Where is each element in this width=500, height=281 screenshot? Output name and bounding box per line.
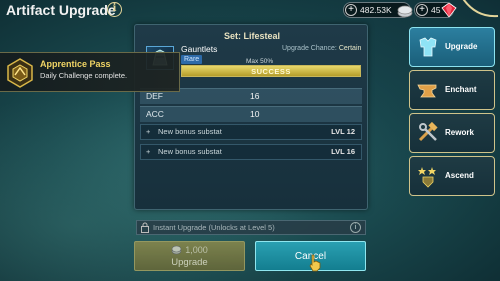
tab-upgrade[interactable]: Upgrade [409,27,495,67]
ascend-stars-icon [418,167,436,188]
substat-level: LVL 16 [331,147,355,156]
tab-label: Rework [445,128,474,137]
stat-value: 16 [250,91,260,101]
plus-icon: + [146,127,151,136]
gems-amount: 45 [431,5,441,15]
tab-ascend[interactable]: Ascend [409,156,495,196]
silver-currency: + 482.53K [343,2,413,18]
back-arrow-icon[interactable] [456,0,500,22]
chance-value: Certain [338,45,362,52]
page-title: Artifact Upgrade [6,2,116,18]
add-gems-button[interactable]: + [416,4,428,16]
tab-label: Upgrade [445,42,478,51]
instant-upgrade-label: Instant Upgrade (Unlocks at Level 5) [153,223,275,232]
success-text: SUCCESS [251,67,291,76]
toast-subtitle: Daily Challenge complete. [40,71,128,80]
plus-icon: + [146,147,151,156]
chance-label: Upgrade Chance: [282,45,337,52]
top-bar: Artifact Upgrade i + 482.53K + 45 [0,0,500,22]
gems-currency: + 45 [414,2,457,18]
add-silver-button[interactable]: + [345,4,357,16]
tab-rework[interactable]: Rework [409,113,495,153]
tab-label: Ascend [445,171,474,180]
substat-label: New bonus substat [158,127,222,136]
rarity-badge: Rare [181,55,203,64]
ruby-gem-icon [441,2,457,18]
info-icon[interactable]: i [107,2,122,17]
stat-row: ACC 10 [140,106,362,122]
upgrade-cost: 1,000 [135,245,244,255]
instant-upgrade-bar: Instant Upgrade (Unlocks at Level 5) i [136,220,366,235]
upgrade-button[interactable]: 1,000 Upgrade [134,241,245,271]
apprentice-emblem-icon [7,58,33,88]
success-bar: SUCCESS [181,65,361,77]
tab-label: Enchant [445,85,477,94]
instant-info-icon[interactable]: i [350,222,361,233]
anvil-icon [417,84,437,98]
silver-coin-icon [397,5,413,18]
artifact-name: Gauntlets [181,44,218,54]
substat-row: + New bonus substat LVL 12 [140,124,362,140]
hammer-wrench-icon [418,122,438,142]
lock-icon [141,222,149,233]
substat-row: + New bonus substat LVL 16 [140,144,362,160]
set-title: Set: Lifesteal [223,31,281,41]
substat-level: LVL 12 [331,127,355,136]
upgrade-chance: Upgrade Chance: Certain [282,45,361,52]
substat-label: New bonus substat [158,147,222,156]
toast-title: Apprentice Pass [40,59,111,69]
max-chance-label: Max 50% [246,58,274,65]
stat-name: ACC [146,109,164,119]
upgrade-label: Upgrade [171,257,208,268]
silver-amount: 482.53K [360,5,392,15]
upgrade-cost-value: 1,000 [185,245,208,255]
hand-cursor-icon [309,254,321,272]
tab-enchant[interactable]: Enchant [409,70,495,110]
stat-value: 10 [250,109,260,119]
apprentice-pass-toast[interactable]: Apprentice Pass Daily Challenge complete… [0,52,180,92]
armor-icon [419,37,437,57]
